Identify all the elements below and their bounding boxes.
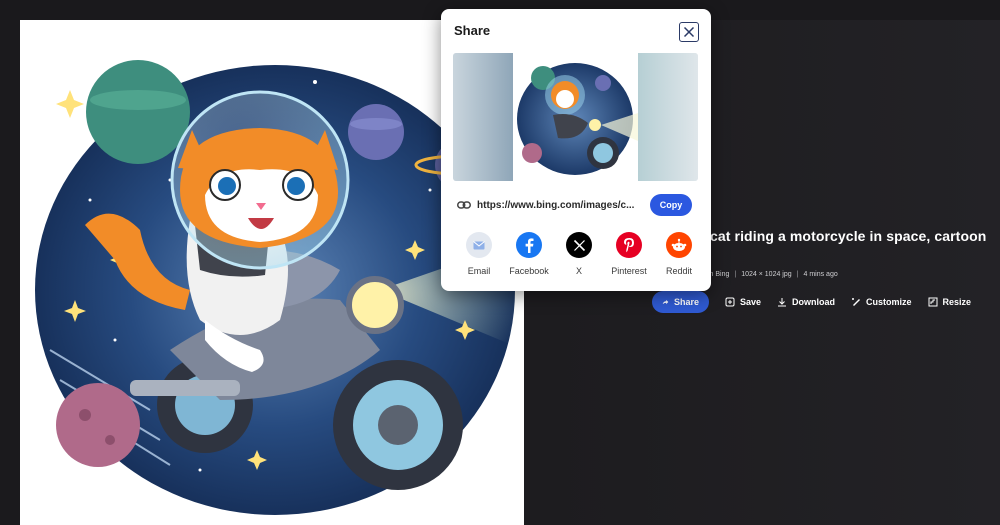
reddit-icon [666, 232, 692, 258]
share-email[interactable]: Email [459, 232, 499, 276]
customize-button[interactable]: Customize [851, 291, 912, 313]
share-button[interactable]: Share [652, 291, 709, 313]
close-icon [683, 26, 695, 38]
share-link-url[interactable]: https://www.bing.com/images/c... [477, 200, 642, 211]
share-reddit-label: Reddit [665, 266, 692, 276]
email-icon [466, 232, 492, 258]
action-bar: Share Save Download Customize Resize [652, 291, 987, 313]
share-facebook-label: Facebook [509, 266, 549, 276]
meta-separator: | [796, 271, 799, 278]
share-x-label: X [575, 266, 582, 276]
social-share-row: Email Facebook X Pinterest Reddit [459, 232, 699, 276]
share-reddit[interactable]: Reddit [659, 232, 699, 276]
close-button[interactable] [679, 22, 699, 42]
save-button[interactable]: Save [725, 291, 761, 313]
image-title: cat riding a motorcycle in space, cartoo… [710, 228, 987, 244]
meta-source: in Bing [708, 271, 730, 278]
copy-button[interactable]: Copy [650, 194, 692, 216]
meta-time: 4 mins ago [803, 271, 838, 278]
save-icon [725, 297, 735, 307]
download-button[interactable]: Download [777, 291, 835, 313]
share-email-label: Email [467, 266, 491, 276]
share-dialog: Share https://www.bing.com/images/c... C… [441, 9, 711, 291]
share-icon [662, 299, 669, 305]
share-pinterest-label: Pinterest [611, 266, 647, 276]
customize-label: Customize [866, 297, 912, 307]
resize-button[interactable]: Resize [928, 291, 972, 313]
dialog-title: Share [454, 23, 491, 38]
share-facebook[interactable]: Facebook [509, 232, 549, 276]
link-icon [457, 201, 471, 209]
pinterest-icon [616, 232, 642, 258]
meta-separator: | [734, 271, 737, 278]
download-label: Download [792, 297, 836, 307]
facebook-icon [516, 232, 542, 258]
download-icon [778, 298, 787, 307]
resize-icon [928, 297, 938, 307]
save-label: Save [740, 297, 762, 307]
share-label: Share [673, 297, 699, 307]
customize-icon [852, 298, 861, 306]
share-x[interactable]: X [559, 232, 599, 276]
share-preview-image [453, 53, 698, 181]
share-pinterest[interactable]: Pinterest [609, 232, 649, 276]
share-link-row: https://www.bing.com/images/c... Copy [457, 194, 697, 216]
resize-label: Resize [942, 297, 972, 307]
image-meta: in Bing | 1024 × 1024 jpg | 4 mins ago [708, 271, 838, 278]
meta-size: 1024 × 1024 jpg [741, 271, 792, 278]
x-icon [566, 232, 592, 258]
